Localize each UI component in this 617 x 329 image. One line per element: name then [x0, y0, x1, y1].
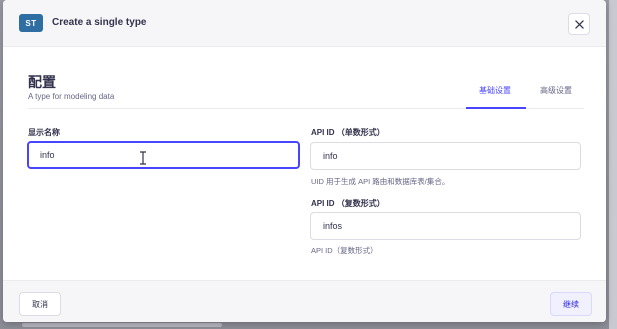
- api-id-plural-input[interactable]: infos: [310, 212, 581, 240]
- section-subtitle: A type for modeling data: [28, 92, 115, 101]
- modal-title: Create a single type: [52, 17, 147, 28]
- background-page-edge: [609, 0, 617, 329]
- create-type-modal: ST Create a single type 配置 A type for mo…: [3, 0, 606, 322]
- close-button[interactable]: [568, 13, 590, 35]
- api-id-plural-hint: API ID（复数形式）: [311, 246, 378, 255]
- single-type-badge: ST: [19, 14, 43, 32]
- api-id-singular-input[interactable]: info: [310, 142, 581, 170]
- close-icon: [574, 19, 584, 29]
- display-name-value: info: [40, 150, 55, 160]
- modal-header: ST Create a single type: [3, 0, 606, 47]
- api-id-singular-label: API ID （单数形式）: [311, 128, 385, 137]
- background-content-blur: [22, 323, 222, 327]
- display-name-input[interactable]: info: [27, 141, 300, 169]
- cancel-button[interactable]: 取消: [19, 292, 61, 316]
- tab-advanced-settings[interactable]: 高级设置: [530, 85, 582, 96]
- section-title: 配置: [28, 74, 56, 90]
- modal-footer: 取消 继续: [3, 280, 606, 322]
- display-name-label: 显示名称: [28, 128, 60, 137]
- active-tab-indicator: [466, 107, 526, 109]
- api-id-plural-label: API ID （复数形式）: [311, 199, 385, 208]
- continue-button[interactable]: 继续: [550, 292, 592, 316]
- api-id-singular-value: info: [323, 151, 338, 161]
- api-id-singular-hint: UID 用于生成 API 路由和数据库表/集合。: [311, 177, 450, 186]
- text-cursor-icon: [140, 151, 146, 165]
- tab-basic-settings[interactable]: 基础设置: [466, 85, 524, 96]
- api-id-plural-value: infos: [323, 221, 343, 231]
